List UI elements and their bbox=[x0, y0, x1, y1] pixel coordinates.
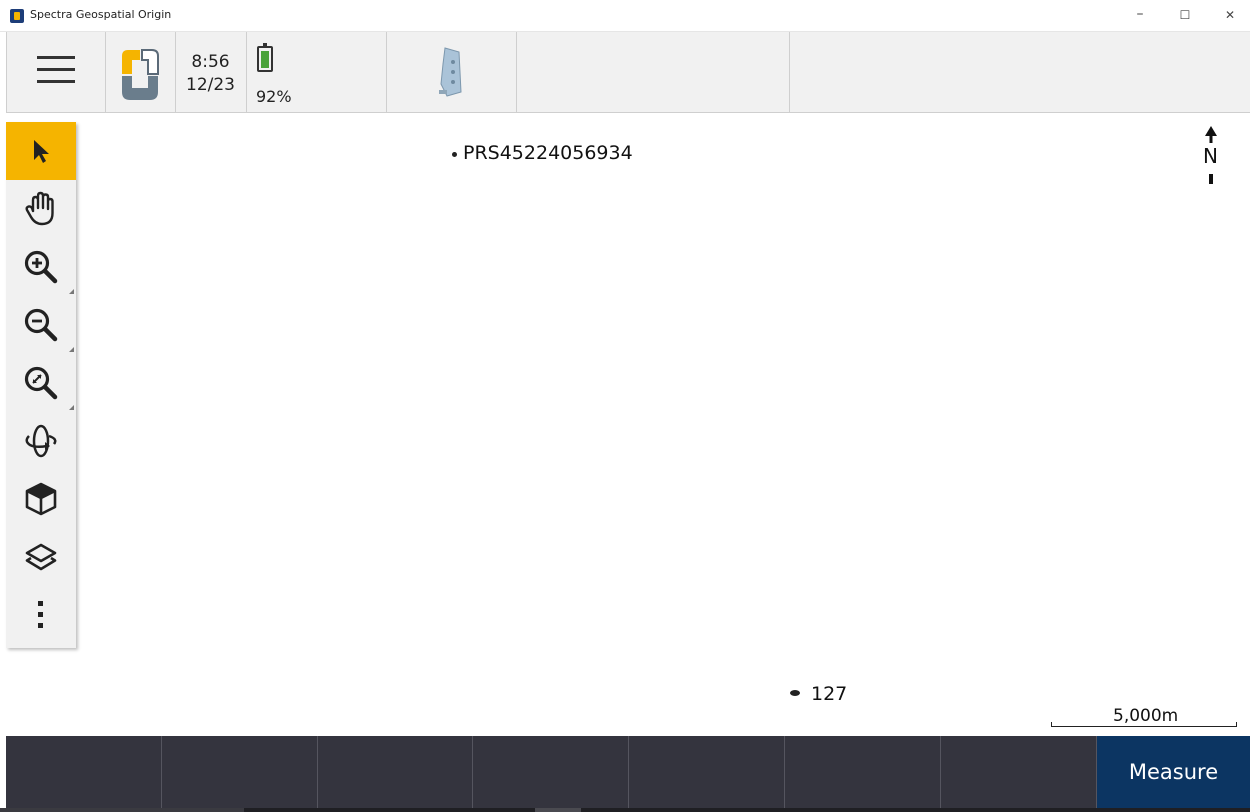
select-tool[interactable] bbox=[6, 122, 76, 180]
zoom-in-options-corner bbox=[69, 289, 74, 294]
zoom-out-tool[interactable] bbox=[6, 296, 76, 354]
orbit-icon bbox=[25, 424, 57, 458]
close-button[interactable]: ✕ bbox=[1215, 8, 1245, 22]
job-status-button[interactable] bbox=[105, 32, 176, 112]
job-icon bbox=[122, 49, 159, 100]
scale-bar-label: 5,000m bbox=[1113, 706, 1179, 726]
orbit-tool[interactable] bbox=[6, 412, 76, 470]
north-label: N bbox=[1203, 144, 1218, 168]
more-tool[interactable] bbox=[6, 586, 76, 644]
hand-icon bbox=[25, 191, 54, 226]
taskbar-item[interactable] bbox=[0, 808, 244, 812]
main-menu-button[interactable] bbox=[7, 32, 106, 112]
app-logo-icon bbox=[10, 9, 24, 23]
zoom-out-icon bbox=[24, 308, 58, 342]
datetime-display[interactable]: 8:56 12/23 bbox=[175, 32, 247, 112]
status-empty-slot bbox=[516, 32, 790, 112]
instrument-status-button[interactable] bbox=[386, 32, 517, 112]
scale-bar bbox=[1051, 726, 1237, 727]
softkey-2[interactable] bbox=[162, 736, 318, 808]
zoom-out-options-corner bbox=[69, 347, 74, 352]
zoom-in-tool[interactable] bbox=[6, 238, 76, 296]
battery-level-fill bbox=[261, 51, 269, 68]
softkey-7[interactable] bbox=[941, 736, 1097, 808]
arrow-cursor-icon bbox=[34, 140, 49, 163]
maximize-button[interactable]: ☐ bbox=[1170, 8, 1200, 22]
map-point-label[interactable]: PRS45224056934 bbox=[463, 142, 633, 164]
layers-icon bbox=[25, 543, 57, 571]
zoom-extents-options-corner bbox=[69, 405, 74, 410]
map-view[interactable] bbox=[80, 114, 1250, 734]
gnss-receiver-icon bbox=[439, 47, 462, 97]
battery-icon bbox=[257, 43, 273, 72]
scale-bar-tick bbox=[1051, 722, 1052, 727]
cube-icon bbox=[25, 482, 57, 516]
softkey-5[interactable] bbox=[629, 736, 785, 808]
pan-tool[interactable] bbox=[6, 180, 76, 238]
zoom-in-icon bbox=[24, 250, 58, 284]
date-text: 12/23 bbox=[186, 75, 235, 95]
time-text: 8:56 bbox=[191, 52, 230, 72]
zoom-extents-tool[interactable] bbox=[6, 354, 76, 412]
north-arrow: N bbox=[1200, 126, 1222, 186]
map-point-label[interactable]: 127 bbox=[811, 683, 847, 705]
title-bar: Spectra Geospatial Origin – ☐ ✕ bbox=[0, 0, 1250, 32]
taskbar-strip bbox=[0, 808, 1250, 812]
softkey-3[interactable] bbox=[318, 736, 473, 808]
status-bar: 8:56 12/23 92% bbox=[6, 32, 1250, 113]
minimize-button[interactable]: – bbox=[1125, 6, 1155, 22]
more-vertical-icon bbox=[38, 601, 43, 628]
softkey-6[interactable] bbox=[785, 736, 941, 808]
layers-tool[interactable] bbox=[6, 528, 76, 586]
scale-bar-tick bbox=[1236, 722, 1237, 727]
softkey-4[interactable] bbox=[473, 736, 629, 808]
view-cube-tool[interactable] bbox=[6, 470, 76, 528]
battery-status[interactable]: 92% bbox=[246, 32, 387, 112]
taskbar-item[interactable] bbox=[535, 808, 581, 812]
map-toolbar bbox=[6, 122, 76, 648]
map-point-marker[interactable] bbox=[790, 690, 800, 696]
softkey-bar: Measure bbox=[6, 736, 1250, 808]
map-point-marker[interactable] bbox=[452, 152, 457, 157]
battery-percent: 92% bbox=[256, 87, 292, 106]
zoom-extents-icon bbox=[24, 366, 58, 400]
window-title: Spectra Geospatial Origin bbox=[30, 8, 172, 21]
softkey-1[interactable] bbox=[6, 736, 162, 808]
measure-button[interactable]: Measure bbox=[1097, 736, 1250, 808]
